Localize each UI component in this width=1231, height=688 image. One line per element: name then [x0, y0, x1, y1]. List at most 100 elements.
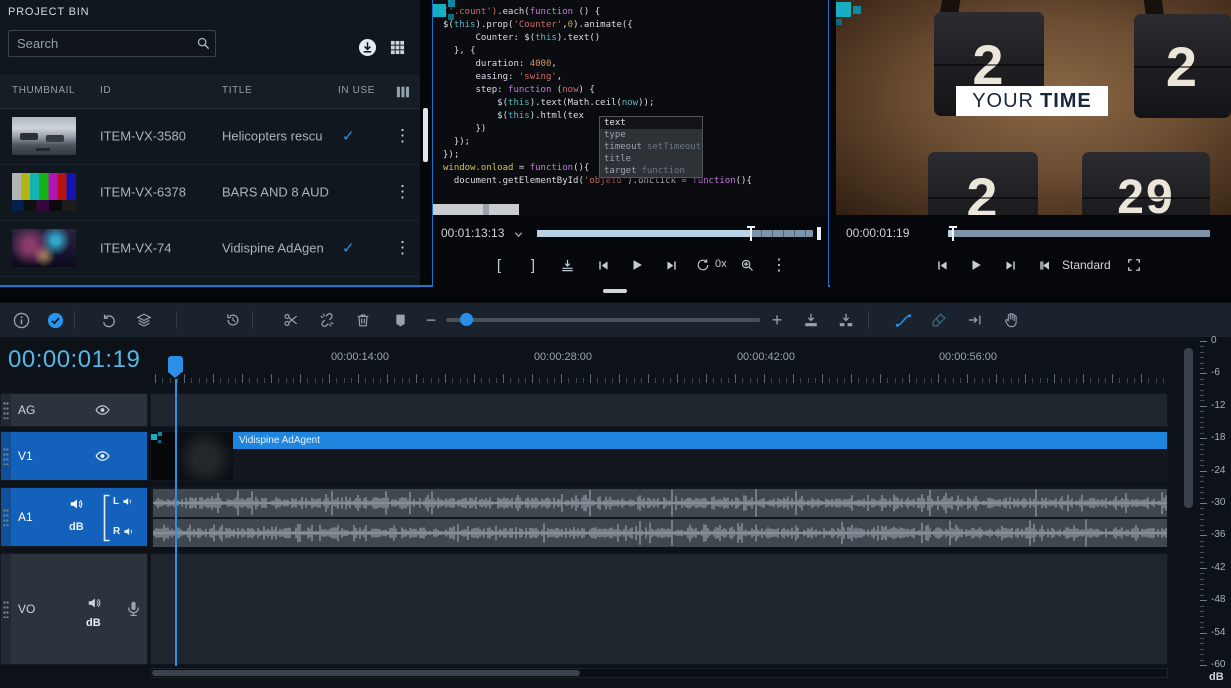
timeline-zoom-slider[interactable]	[446, 318, 760, 322]
program-scrubber[interactable]	[948, 229, 1210, 238]
search-input[interactable]	[8, 30, 216, 57]
source-video-preview[interactable]: ('.count').each(function () {$(this).pro…	[433, 0, 828, 215]
autocomplete-popup: texttypetimeoutsetTimeouttitletargetfunc…	[599, 116, 703, 178]
playhead-handle[interactable]	[168, 356, 183, 372]
playback-speed-label[interactable]: 0x	[715, 258, 727, 270]
next-frame-icon[interactable]	[996, 250, 1024, 280]
columns-icon[interactable]	[396, 85, 410, 99]
cut-scissors-icon[interactable]	[278, 303, 304, 337]
previous-frame-icon[interactable]	[589, 250, 617, 280]
zoom-in-icon[interactable]: +	[764, 303, 790, 337]
video-clip[interactable]: Vidispine AdAgent	[151, 432, 1167, 480]
undo-icon[interactable]	[96, 303, 122, 337]
panel-resize-handle[interactable]	[603, 289, 627, 293]
delete-trash-icon[interactable]	[350, 303, 376, 337]
horizontal-scrollbar[interactable]	[150, 668, 1168, 678]
track-header-v1[interactable]: V1	[0, 431, 148, 481]
row-menu-icon[interactable]: ⋮	[394, 238, 411, 258]
play-icon[interactable]	[623, 250, 651, 280]
playhead-line[interactable]	[175, 379, 177, 666]
drag-handle[interactable]	[1, 394, 11, 426]
fullscreen-icon[interactable]	[1120, 250, 1148, 280]
zoom-in-icon[interactable]	[733, 250, 761, 280]
visibility-eye-icon[interactable]	[95, 403, 110, 418]
col-title[interactable]: TITLE	[222, 85, 252, 96]
grid-view-icon[interactable]	[390, 40, 405, 55]
col-in-use[interactable]: IN USE	[338, 85, 375, 96]
vertical-scrollbar[interactable]	[1184, 340, 1194, 684]
next-frame-icon[interactable]	[657, 250, 685, 280]
info-icon[interactable]	[8, 303, 34, 337]
import-icon[interactable]	[358, 38, 377, 57]
zoom-out-icon[interactable]: −	[418, 303, 444, 337]
history-icon[interactable]	[220, 303, 246, 337]
add-to-timeline-icon[interactable]	[553, 250, 581, 280]
track-header-vo[interactable]: VO dB	[0, 553, 148, 665]
channel-right[interactable]: R	[113, 526, 134, 537]
project-bin-panel: PROJECT BIN THUMBNAIL ID TITLE IN USE IT…	[0, 0, 420, 288]
gain-db-label[interactable]: dB	[86, 617, 101, 629]
row-menu-icon[interactable]: ⋮	[394, 126, 411, 146]
bin-scrollbar[interactable]	[423, 108, 428, 162]
speaker-icon[interactable]	[87, 596, 101, 610]
track-a1-lane[interactable]	[150, 487, 1168, 547]
scrubber-playhead[interactable]	[952, 226, 954, 241]
microphone-icon[interactable]	[125, 600, 142, 617]
drag-handle[interactable]	[1, 432, 11, 480]
fade-curve-icon[interactable]	[890, 303, 916, 337]
razor-icon[interactable]	[926, 303, 952, 337]
quality-selector[interactable]: Standard	[1062, 258, 1111, 272]
previous-frame-icon[interactable]	[928, 250, 956, 280]
track-vo-lane[interactable]	[150, 553, 1168, 665]
play-icon[interactable]	[962, 250, 990, 280]
source-timecode[interactable]: 00:01:13:13	[441, 226, 504, 240]
ripple-trim-icon[interactable]	[962, 303, 988, 337]
channel-left[interactable]: L	[113, 496, 133, 507]
pan-hand-icon[interactable]	[998, 303, 1024, 337]
scrubber-playhead[interactable]	[750, 226, 752, 241]
track-ag-lane[interactable]	[150, 393, 1168, 427]
program-timecode[interactable]: 00:00:01:19	[846, 226, 909, 240]
speaker-icon[interactable]	[69, 497, 83, 511]
drag-handle[interactable]	[1, 554, 11, 664]
stereo-bracket	[102, 494, 110, 542]
out-point-marker[interactable]	[817, 227, 821, 240]
chevron-down-icon[interactable]	[513, 229, 524, 240]
scrollbar-thumb[interactable]	[152, 670, 580, 676]
your-time-overlay: YOURTIME	[956, 86, 1108, 116]
clip-body	[233, 449, 1167, 480]
timeline-ruler[interactable]: 00:00:14:00 00:00:28:00 00:00:42:00 00:0…	[150, 337, 1168, 385]
bin-row[interactable]: ITEM-VX-74 Vidispine AdAgen ✓ ⋮	[0, 220, 420, 277]
item-id: ITEM-VX-74	[100, 241, 212, 256]
unlink-icon[interactable]	[314, 303, 340, 337]
layers-icon[interactable]	[131, 303, 157, 337]
playback-speed-icon[interactable]	[689, 250, 717, 280]
overwrite-edit-icon[interactable]	[798, 303, 824, 337]
mark-in-button[interactable]: [	[485, 250, 513, 280]
program-video-preview[interactable]: 2 2 2 29 YOURTIME	[836, 0, 1231, 215]
in-use-check-icon: ✓	[342, 127, 355, 145]
drag-handle[interactable]	[1, 488, 11, 546]
source-scrubber[interactable]	[537, 229, 813, 238]
zoom-slider-thumb[interactable]	[460, 313, 473, 326]
approve-check-icon[interactable]	[42, 303, 68, 337]
bin-row[interactable]: ITEM-VX-6378 BARS AND 8 AUD ⋮	[0, 164, 420, 221]
row-menu-icon[interactable]: ⋮	[394, 182, 411, 202]
insert-edit-icon[interactable]	[833, 303, 859, 337]
track-v1-lane[interactable]: Vidispine AdAgent	[150, 431, 1168, 481]
bin-row[interactable]: ITEM-VX-3580 Helicopters rescu ✓ ⋮	[0, 108, 420, 165]
col-id[interactable]: ID	[100, 85, 111, 96]
track-name: VO	[18, 602, 35, 616]
more-options-icon[interactable]: ⋮	[765, 250, 793, 280]
col-thumbnail[interactable]: THUMBNAIL	[12, 85, 75, 96]
go-to-in-icon[interactable]	[1030, 250, 1058, 280]
project-bin-title: PROJECT BIN	[8, 6, 89, 18]
track-header-a1[interactable]: A1 dB L R	[0, 487, 148, 547]
visibility-eye-icon[interactable]	[95, 449, 110, 464]
mark-out-button[interactable]: ]	[519, 250, 547, 280]
marker-flag-icon[interactable]	[387, 303, 413, 337]
audio-clip[interactable]	[151, 488, 1167, 546]
scrollbar-thumb[interactable]	[1184, 348, 1193, 508]
track-header-ag[interactable]: AG	[0, 393, 148, 427]
gain-db-label[interactable]: dB	[69, 521, 84, 533]
